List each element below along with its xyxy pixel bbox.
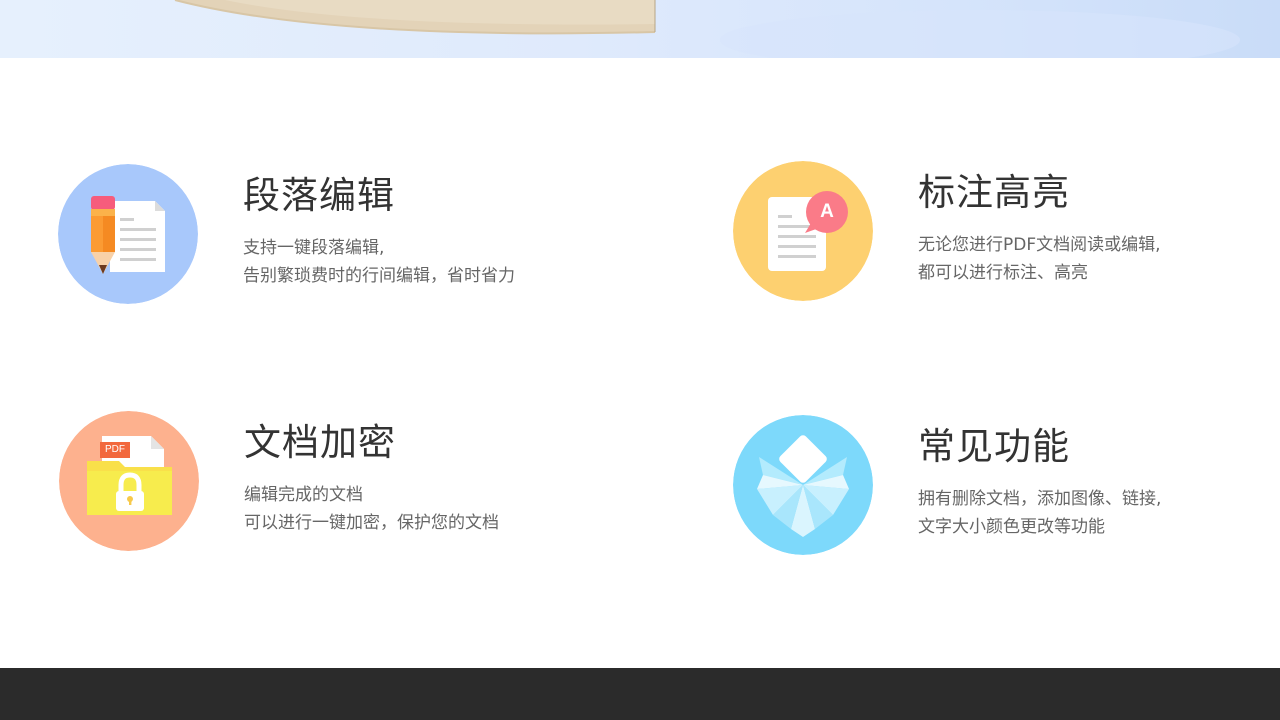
- feature-annotate-highlight: A 标注高亮 无论您进行PDF文档阅读或编辑, 都可以进行标注、高亮: [733, 161, 1280, 311]
- feature-title: 段落编辑: [243, 172, 395, 220]
- feature-description: 支持一键段落编辑, 告别繁琐费时的行间编辑，省时省力: [243, 234, 515, 290]
- feature-description-line: 都可以进行标注、高亮: [918, 259, 1161, 287]
- feature-description-line: 无论您进行PDF文档阅读或编辑,: [918, 231, 1161, 259]
- feature-title: 文档加密: [244, 419, 396, 467]
- page: 段落编辑 支持一键段落编辑, 告别繁琐费时的行间编辑，省时省力 A 标注高亮 无…: [0, 0, 1280, 720]
- annotation-badge-letter: A: [817, 201, 837, 223]
- page-footer: [0, 668, 1280, 720]
- feature-description-line: 支持一键段落编辑,: [243, 234, 515, 262]
- feature-description-line: 拥有删除文档，添加图像、链接,: [918, 485, 1161, 513]
- feature-description-line: 告别繁琐费时的行间编辑，省时省力: [243, 262, 515, 290]
- pdf-badge-label: PDF: [100, 444, 130, 456]
- feature-description-line: 编辑完成的文档: [244, 481, 499, 509]
- feature-description-line: 可以进行一键加密，保护您的文档: [244, 509, 499, 537]
- feature-description-line: 文字大小颜色更改等功能: [918, 513, 1161, 541]
- banner-artwork: [0, 0, 1280, 58]
- feature-title: 标注高亮: [918, 169, 1070, 217]
- top-banner: [0, 0, 1280, 58]
- annotate-document-icon: A: [733, 161, 873, 301]
- feature-paragraph-edit: 段落编辑 支持一键段落编辑, 告别繁琐费时的行间编辑，省时省力: [58, 164, 618, 314]
- pdf-lock-folder-icon: PDF: [59, 411, 199, 551]
- feature-title: 常见功能: [918, 423, 1070, 471]
- feature-document-encrypt: PDF 文档加密 编辑完成的文档 可以进行一键加密，保护您的文档: [59, 411, 619, 561]
- pencil-document-icon: [58, 164, 198, 304]
- feature-description: 无论您进行PDF文档阅读或编辑, 都可以进行标注、高亮: [918, 231, 1161, 287]
- feature-description: 编辑完成的文档 可以进行一键加密，保护您的文档: [244, 481, 499, 537]
- feature-description: 拥有删除文档，添加图像、链接, 文字大小颜色更改等功能: [918, 485, 1161, 541]
- feature-common-functions: 常见功能 拥有删除文档，添加图像、链接, 文字大小颜色更改等功能: [733, 415, 1280, 565]
- star-tools-icon: [733, 415, 873, 555]
